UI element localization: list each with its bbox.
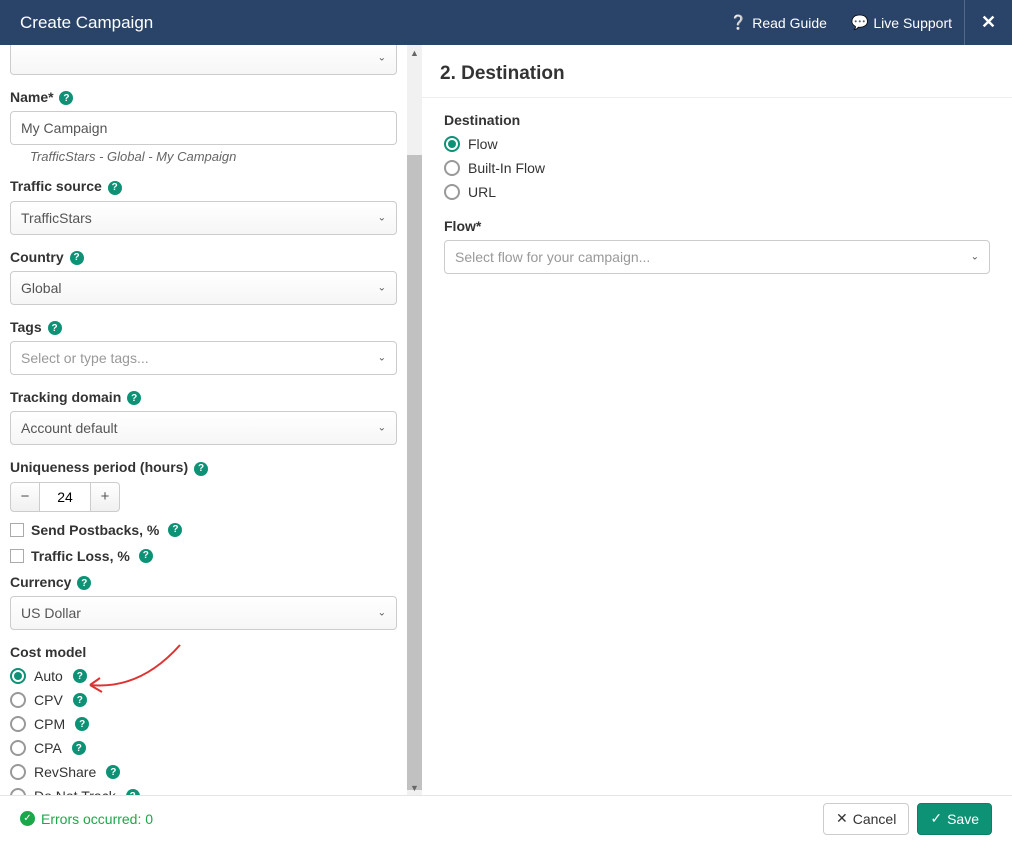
save-label: Save [947,811,979,827]
traffic-source-label: Traffic source ? [10,178,397,194]
destination-builtin-label: Built-In Flow [468,160,545,176]
chevron-down-icon: ⌄ [378,353,386,364]
cost-model-label: Cost model [10,644,397,660]
cost-model-cpa-label: CPA [34,740,62,756]
uniqueness-input[interactable] [40,482,90,512]
scroll-up-arrow-icon[interactable]: ▲ [407,45,422,60]
country-select[interactable]: Global ⌄ [10,271,397,305]
right-panel: 2. Destination Destination Flow Built-In… [422,45,1012,795]
send-postbacks-checkbox[interactable] [10,523,24,537]
read-guide-link[interactable]: ❔ Read Guide [718,14,839,31]
help-icon[interactable]: ? [127,391,141,405]
close-icon: ✕ [981,12,996,33]
scrollbar-thumb[interactable] [407,155,422,790]
workspace-select[interactable]: ⌄ [10,45,397,75]
close-icon: ✕ [836,810,848,827]
name-help-text: TrafficStars - Global - My Campaign [10,145,397,164]
tracking-domain-value: Account default [21,420,118,436]
cancel-button[interactable]: ✕ Cancel [823,803,909,835]
scroll-down-arrow-icon[interactable]: ▼ [407,780,422,795]
country-value: Global [21,280,61,296]
status-text: Errors occurred: 0 [41,811,153,827]
stepper-decrement-button[interactable]: − [10,482,40,512]
destination-heading: 2. Destination [422,45,1012,98]
help-icon[interactable]: ? [108,181,122,195]
destination-url-radio[interactable] [444,184,460,200]
scrollbar-track[interactable]: ▲ ▼ [407,45,422,795]
help-icon[interactable]: ? [77,576,91,590]
help-icon[interactable]: ? [59,91,73,105]
chevron-down-icon: ⌄ [971,252,979,263]
modal-footer: ✓ Errors occurred: 0 ✕ Cancel ✓ Save [0,795,1012,841]
help-icon[interactable]: ? [48,321,62,335]
help-icon[interactable]: ? [168,523,182,537]
name-label: Name* ? [10,89,397,105]
modal-title: Create Campaign [20,13,718,33]
live-support-link[interactable]: 💬 Live Support [839,14,964,31]
cost-model-donottrack-radio[interactable] [10,788,26,795]
uniqueness-stepper: − + [10,482,397,512]
cost-model-revshare-label: RevShare [34,764,96,780]
currency-label: Currency ? [10,574,397,590]
cancel-label: Cancel [853,811,897,827]
currency-value: US Dollar [21,605,81,621]
cost-model-donottrack-label: Do Not Track [34,788,116,795]
cost-model-cpa-radio[interactable] [10,740,26,756]
help-icon[interactable]: ? [194,462,208,476]
help-icon[interactable]: ? [72,741,86,755]
left-panel: ▲ ▼ ⌄ Name* ? TrafficStars - Global - My… [0,45,422,795]
destination-flow-label: Flow [468,136,498,152]
name-input[interactable] [10,111,397,145]
traffic-source-select[interactable]: TrafficStars ⌄ [10,201,397,235]
tags-select[interactable]: Select or type tags... ⌄ [10,341,397,375]
help-icon[interactable]: ? [70,251,84,265]
cost-model-revshare-radio[interactable] [10,764,26,780]
chevron-down-icon: ⌄ [378,608,386,619]
flow-placeholder: Select flow for your campaign... [455,249,650,265]
close-button[interactable]: ✕ [964,0,1012,45]
question-circle-icon: ❔ [730,14,747,31]
save-button[interactable]: ✓ Save [917,803,992,835]
destination-url-label: URL [468,184,496,200]
check-icon: ✓ [930,810,942,827]
status-message: ✓ Errors occurred: 0 [20,811,153,827]
cost-model-cpv-radio[interactable] [10,692,26,708]
tracking-domain-label: Tracking domain ? [10,389,397,405]
cost-model-cpm-label: CPM [34,716,65,732]
help-icon[interactable]: ? [73,693,87,707]
traffic-source-value: TrafficStars [21,210,92,226]
live-support-label: Live Support [873,15,952,31]
chat-icon: 💬 [851,14,868,31]
chevron-down-icon: ⌄ [378,53,386,64]
help-icon[interactable]: ? [75,717,89,731]
help-icon[interactable]: ? [73,669,87,683]
help-icon[interactable]: ? [106,765,120,779]
send-postbacks-label: Send Postbacks, % [31,522,159,538]
check-circle-icon: ✓ [20,811,35,826]
modal-header: Create Campaign ❔ Read Guide 💬 Live Supp… [0,0,1012,45]
traffic-loss-checkbox[interactable] [10,549,24,563]
flow-select-label: Flow* [444,218,990,234]
destination-builtin-radio[interactable] [444,160,460,176]
cost-model-cpv-label: CPV [34,692,63,708]
tags-label: Tags ? [10,319,397,335]
tags-placeholder: Select or type tags... [21,350,149,366]
flow-select[interactable]: Select flow for your campaign... ⌄ [444,240,990,274]
cost-model-auto-label: Auto [34,668,63,684]
destination-label: Destination [444,112,990,128]
traffic-loss-label: Traffic Loss, % [31,548,130,564]
chevron-down-icon: ⌄ [378,282,386,293]
chevron-down-icon: ⌄ [378,423,386,434]
stepper-increment-button[interactable]: + [90,482,120,512]
country-label: Country ? [10,249,397,265]
help-icon[interactable]: ? [139,549,153,563]
cost-model-cpm-radio[interactable] [10,716,26,732]
chevron-down-icon: ⌄ [378,212,386,223]
destination-flow-radio[interactable] [444,136,460,152]
currency-select[interactable]: US Dollar ⌄ [10,596,397,630]
uniqueness-label: Uniqueness period (hours) ? [10,459,397,475]
cost-model-auto-radio[interactable] [10,668,26,684]
read-guide-label: Read Guide [752,15,827,31]
tracking-domain-select[interactable]: Account default ⌄ [10,411,397,445]
